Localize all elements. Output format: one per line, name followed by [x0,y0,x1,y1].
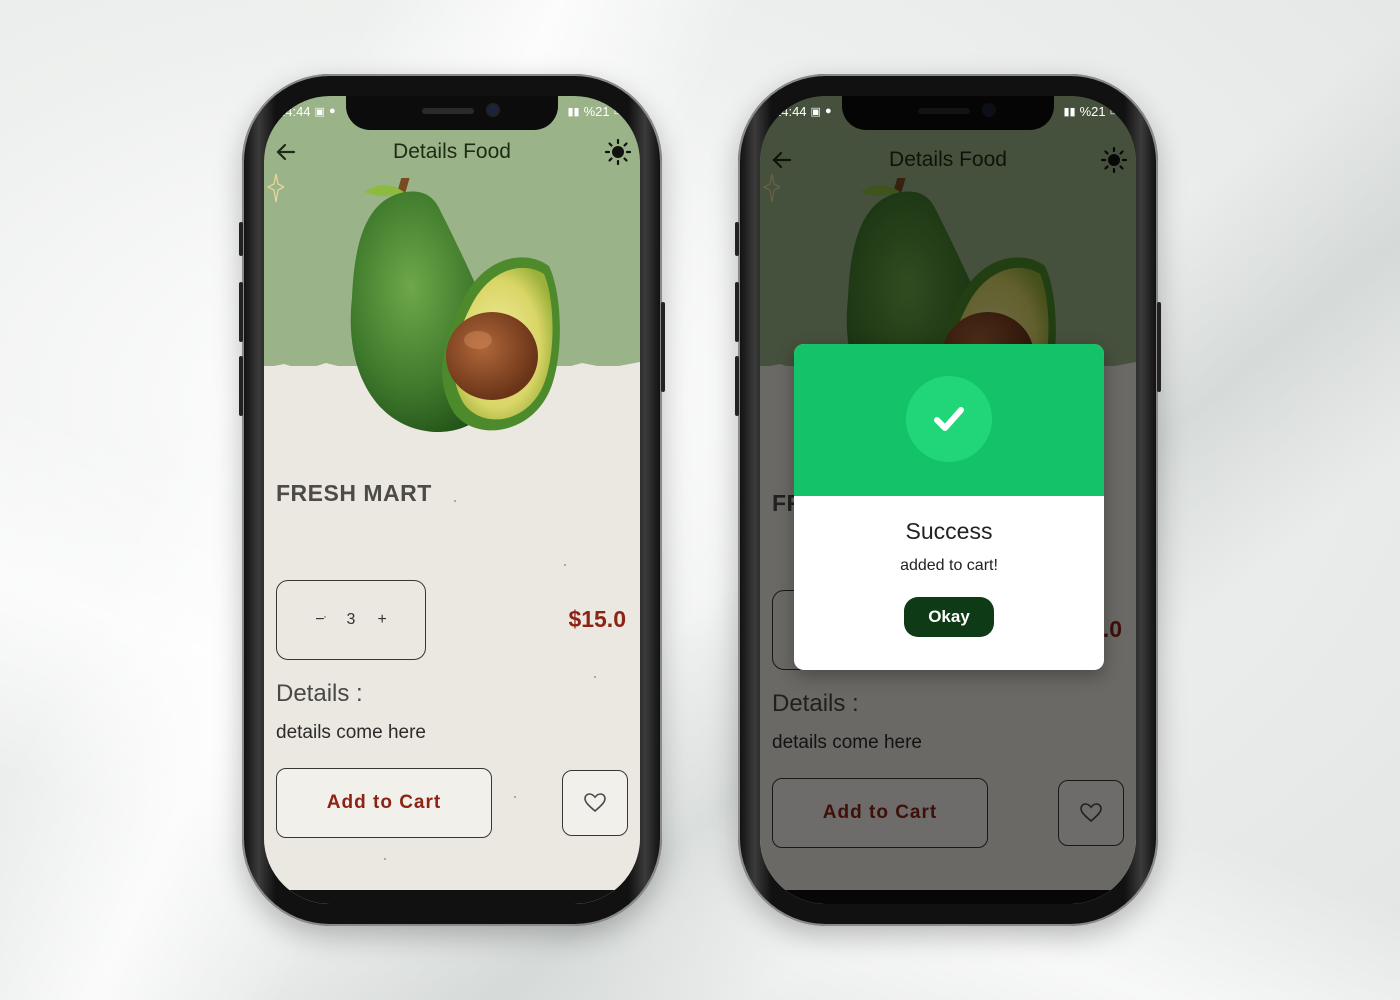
status-battery: %21 [1079,103,1106,119]
background [0,0,1400,1000]
product-price: $15.0 [568,606,626,632]
app-bar: Details Food [264,132,640,172]
status-bar: 14:44 ▣ ● ▮▮ %21 ▭ [760,100,1136,122]
details-heading: Details : [276,680,363,707]
image-icon: ▣ [314,105,325,118]
battery-icon: ▭ [1109,105,1120,118]
image-icon: ▣ [810,105,821,118]
phone-left: 14:44 ▣ ● ▮▮ %21 ▭ Details Food FRESH MA… [239,74,665,926]
screen-success-dialog: 14:44 ▣ ● ▮▮ %21 ▭ Details Food [760,96,1136,904]
signal-icon: ▮▮ [1063,105,1076,118]
okay-button[interactable]: Okay [904,597,994,637]
status-time: 14:44 [774,103,807,119]
arrow-left-icon[interactable] [272,138,300,166]
success-badge [906,376,992,462]
snapchat-icon: ● [328,105,336,117]
home-indicator-area [264,890,640,904]
dialog-title: Success [905,518,993,544]
favorite-button[interactable] [562,770,628,836]
status-battery: %21 [583,103,610,119]
battery-icon: ▭ [613,105,624,118]
brand-name: FRESH MART [276,480,432,506]
success-dialog: Success added to cart! Okay [794,344,1104,670]
check-icon [934,407,964,431]
sun-icon[interactable] [604,138,632,166]
dialog-header [794,344,1104,496]
sparkle-icon [266,173,284,203]
increment-button[interactable]: + [377,611,386,629]
phone-right: 14:44 ▣ ● ▮▮ %21 ▭ Details Food [735,74,1161,926]
status-time: 14:44 [278,103,311,119]
details-text: details come here [276,722,426,743]
quantity-value: 3 [346,611,356,628]
add-to-cart-button[interactable]: Add to Cart [276,768,492,838]
snapchat-icon: ● [824,105,832,117]
avocado-image [350,178,560,433]
quantity-stepper: − 3 + [276,580,426,660]
notch [346,96,558,130]
screen-product-details: 14:44 ▣ ● ▮▮ %21 ▭ Details Food FRESH MA… [264,96,640,904]
signal-icon: ▮▮ [567,105,580,118]
dialog-message: added to cart! [900,557,998,574]
page-title: Details Food [393,140,511,163]
decrement-button[interactable]: − [315,611,324,629]
heart-icon [584,793,606,813]
